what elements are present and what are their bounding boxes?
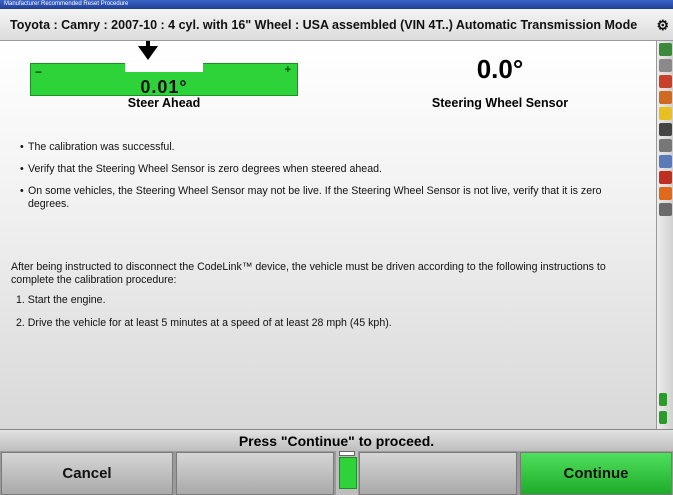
steer-ahead-meter: − + 0.01° — [30, 63, 298, 97]
instructions-text: After being instructed to disconnect the… — [11, 261, 606, 286]
toolbar-tool-icon[interactable] — [659, 139, 672, 152]
meter-target-zone — [125, 63, 203, 72]
right-toolbar — [656, 41, 673, 429]
toolbar-tool-icon[interactable] — [659, 187, 672, 200]
signal-indicator — [336, 451, 358, 495]
steer-ahead-label: Steer Ahead — [127, 96, 201, 110]
toolbar-status-icon — [659, 411, 667, 424]
toolbar-tool-icon[interactable] — [659, 91, 672, 104]
window-title: Manufacturer Recommended Reset Procedure — [0, 0, 673, 9]
bullet-item: • On some vehicles, the Steering Wheel Se… — [20, 185, 602, 210]
meter-plus-label: + — [284, 64, 291, 76]
vehicle-description: Toyota : Camry : 2007-10 : 4 cyl. with 1… — [10, 18, 638, 32]
steer-ahead-value: 0.01° — [140, 77, 188, 97]
toolbar-tool-icon[interactable] — [659, 171, 672, 184]
toolbar-tool-icon[interactable] — [659, 107, 672, 120]
step-item: 2. Drive the vehicle for at least 5 minu… — [16, 317, 392, 329]
main-panel: − + 0.01° Steer Ahead 0.0° Steering Whee… — [0, 41, 656, 429]
sensor-value: 0.0° — [476, 54, 524, 84]
bullet-item: • The calibration was successful. — [20, 141, 175, 153]
toolbar-tool-icon[interactable] — [659, 123, 672, 136]
sensor-label: Steering Wheel Sensor — [431, 96, 569, 110]
prompt-bar: Press "Continue" to proceed. — [0, 429, 673, 452]
bullet-item: • Verify that the Steering Wheel Sensor i… — [20, 163, 382, 175]
blank-button-1[interactable] — [176, 452, 334, 495]
gear-icon[interactable]: ⚙ — [656, 9, 669, 40]
cancel-button[interactable]: Cancel — [1, 452, 173, 495]
toolbar-tool-icon[interactable] — [659, 43, 672, 56]
steps-list: 1. Start the engine. 2. Drive the vehicl… — [16, 294, 636, 340]
signal-cap — [339, 451, 355, 456]
continue-button[interactable]: Continue — [520, 452, 672, 495]
signal-level-bar — [339, 457, 357, 489]
toolbar-tool-icon[interactable] — [659, 203, 672, 216]
blank-button-2[interactable] — [359, 452, 517, 495]
toolbar-tool-icon[interactable] — [659, 75, 672, 88]
toolbar-tool-icon[interactable] — [659, 155, 672, 168]
toolbar-tool-icon[interactable] — [659, 59, 672, 72]
toolbar-status-icon — [659, 393, 667, 406]
status-bullets: • The calibration was successful. • Verify… — [20, 141, 640, 220]
step-item: 1. Start the engine. — [16, 294, 106, 306]
down-arrow-icon — [138, 46, 158, 60]
vehicle-header: Toyota : Camry : 2007-10 : 4 cyl. with 1… — [0, 9, 673, 41]
